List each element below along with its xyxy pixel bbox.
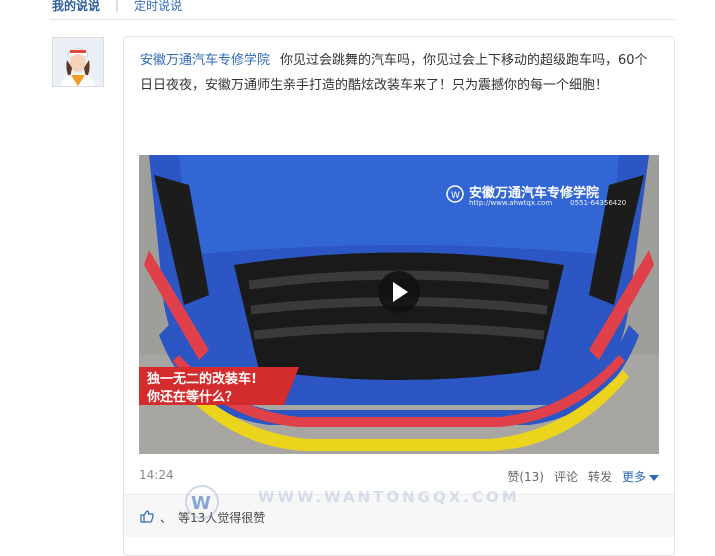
- tab-my-posts[interactable]: 我的说说: [52, 0, 100, 14]
- svg-text:W: W: [451, 191, 460, 201]
- video-site: http://www.ahwtqx.com: [469, 199, 553, 207]
- more-button[interactable]: 更多: [622, 468, 659, 485]
- banner-line-1: 独一无二的改装车!: [147, 372, 257, 387]
- avatar-image: [53, 38, 103, 86]
- video-player[interactable]: W 安徽万通汽车专修学院 http://www.ahwtqx.com 0551-…: [139, 155, 659, 454]
- video-phone: 0551-64356420: [570, 199, 627, 207]
- site-watermark-logo: W: [182, 483, 226, 521]
- likes-separator: 、: [160, 511, 173, 525]
- post-content: 安徽万通汽车专修学院 你见过会跳舞的汽车吗，你见过会上下移动的超级跑车吗，60个日…: [140, 48, 660, 98]
- tabs-divider: [50, 19, 675, 20]
- tab-separator: |: [115, 0, 120, 12]
- share-button[interactable]: 转发: [588, 468, 612, 485]
- tab-scheduled-posts[interactable]: 定时说说: [134, 0, 182, 14]
- site-watermark-text: WWW.WANTONGQX.COM: [258, 488, 520, 506]
- author-link[interactable]: 安徽万通汽车专修学院: [140, 53, 270, 68]
- post-tabs: 我的说说 | 定时说说: [52, 0, 182, 15]
- comment-button[interactable]: 评论: [554, 468, 578, 485]
- thumbs-up-icon[interactable]: [140, 509, 154, 526]
- banner-line-2: 你还在等什么？: [147, 390, 239, 405]
- like-button[interactable]: 赞(13): [507, 468, 544, 485]
- chevron-down-icon: [649, 474, 659, 481]
- post-actions: 赞(13) 评论 转发 更多: [507, 468, 659, 485]
- video-contact: http://www.ahwtqx.com 0551-64356420: [469, 199, 626, 207]
- avatar[interactable]: [52, 37, 104, 87]
- watermark-glyph: W: [191, 493, 211, 514]
- more-label: 更多: [621, 470, 646, 484]
- video-banner: 独一无二的改装车! 你还在等什么？: [147, 371, 257, 407]
- post-time: 14:24: [139, 468, 174, 482]
